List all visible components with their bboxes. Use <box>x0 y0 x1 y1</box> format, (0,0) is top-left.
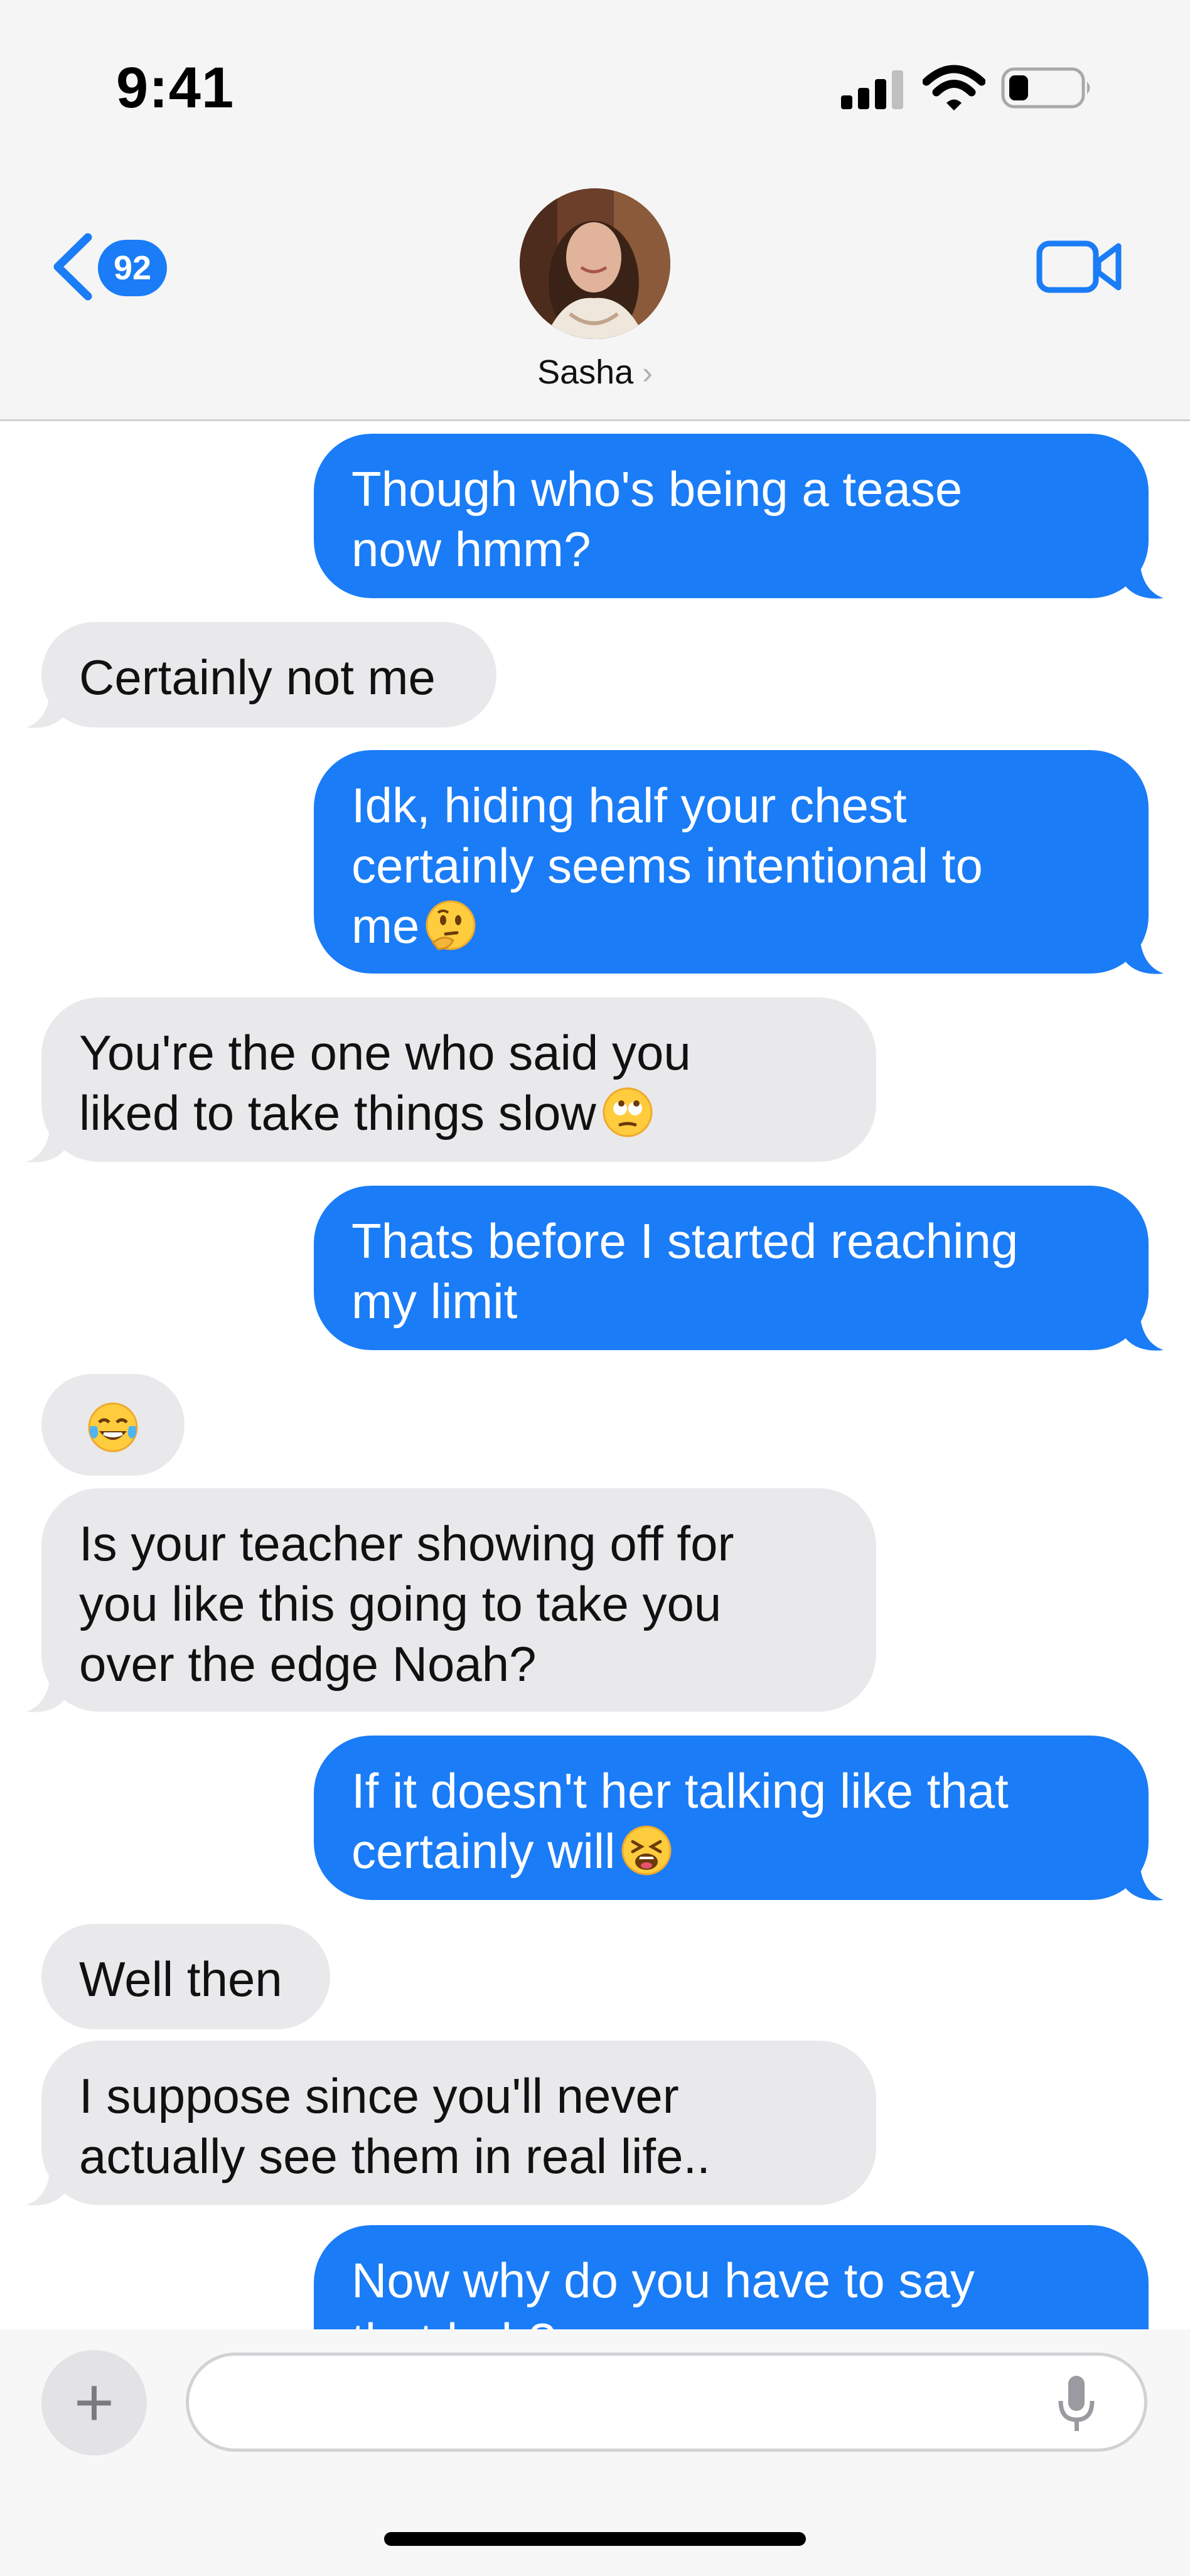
outgoing-message-bubble[interactable]: Idk, hiding half your chest certainly see… <box>314 750 1149 974</box>
message-text: now hmm? <box>351 522 591 577</box>
incoming-message-bubble[interactable]: I suppose since you'll never actually see… <box>41 2041 876 2205</box>
message-text-line: my limit <box>351 1271 1111 1331</box>
face-with-tears-of-joy-icon <box>87 1401 139 1454</box>
message-text: You're the one who said you <box>79 1025 691 1080</box>
bubble-tail <box>1126 1314 1164 1351</box>
message-text: me <box>351 898 420 953</box>
bubble-tail <box>26 1675 64 1712</box>
status-time: 9:41 <box>116 56 235 120</box>
message-text-line: actually see them in real life.. <box>79 2126 839 2186</box>
message-text: my limit <box>351 1274 518 1329</box>
message-thread[interactable]: Though who's being a tease now hmm? Certai… <box>0 421 1190 2329</box>
message-text: certainly will <box>351 1823 616 1879</box>
message-text-line: you like this going to take you <box>79 1574 839 1634</box>
incoming-message-bubble[interactable]: Is your teacher showing off for you like … <box>41 1488 876 1712</box>
tired-face-icon <box>620 1824 673 1877</box>
video-camera-icon[interactable] <box>1036 232 1123 301</box>
message-text-line: Though who's being a tease <box>351 459 1111 519</box>
message-text: I suppose since you'll never <box>79 2068 679 2123</box>
message-text: Thats before I started reaching <box>351 1213 1019 1269</box>
plus-button[interactable]: + <box>41 2350 147 2455</box>
bubble-tail <box>1126 937 1164 974</box>
battery-icon <box>1001 67 1090 109</box>
message-text-line: liked to take things slow <box>79 1083 839 1143</box>
message-text-line: certainly will <box>351 1821 1111 1881</box>
message-text-line: me <box>351 896 1111 956</box>
message-text: Now why do you have to say <box>351 2253 975 2308</box>
home-indicator <box>384 2532 806 2546</box>
message-text-line: that huh? <box>351 2310 1111 2329</box>
message-text: Though who's being a tease <box>351 461 963 517</box>
message-text-line: I suppose since you'll never <box>79 2066 839 2126</box>
message-input[interactable] <box>186 2353 1147 2452</box>
bubble-tail <box>1126 562 1164 599</box>
outgoing-message-bubble[interactable]: Now why do you have to say that huh? <box>314 2225 1149 2329</box>
outgoing-message-bubble[interactable]: If it doesn't her talking like that certa… <box>314 1736 1149 1900</box>
message-text: actually see them in real life.. <box>79 2128 710 2184</box>
message-text: over the edge Noah? <box>79 1636 537 1692</box>
message-text-line: over the edge Noah? <box>79 1634 839 1694</box>
microphone-icon[interactable] <box>1054 2373 1098 2436</box>
bubble-tail <box>26 2169 64 2206</box>
back-button[interactable]: 92 <box>50 226 176 308</box>
message-text: you like this going to take you <box>79 1576 722 1631</box>
bubble-tail <box>26 1125 64 1162</box>
message-text: that huh? <box>351 2313 555 2329</box>
contact-photo <box>520 188 670 339</box>
message-text-line: now hmm? <box>351 519 1111 579</box>
incoming-message-bubble[interactable]: Certainly not me <box>41 622 496 727</box>
chevron-right-icon: › <box>642 355 653 390</box>
message-text-line: Is your teacher showing off for <box>79 1513 839 1574</box>
message-text-line: certainly seems intentional to <box>351 835 1111 896</box>
plus-icon: + <box>73 2364 115 2441</box>
message-text: Is your teacher showing off for <box>79 1516 734 1571</box>
message-text: Well then <box>79 1951 282 2007</box>
incoming-message-bubble[interactable]: Well then <box>41 1924 330 2029</box>
bubble-tail <box>1126 1864 1164 1901</box>
message-text-line: Well then <box>79 1949 292 2009</box>
message-text-line: Certainly not me <box>79 647 459 707</box>
cellular-signal-icon <box>841 70 903 109</box>
contact-name-button[interactable]: Sasha › <box>0 353 1190 392</box>
message-composer: + <box>0 2329 1190 2576</box>
message-text: Idk, hiding half your chest <box>351 778 907 833</box>
outgoing-message-bubble[interactable]: Thats before I started reaching my limit <box>314 1186 1149 1350</box>
incoming-message-bubble[interactable] <box>41 1374 185 1476</box>
message-text: If it doesn't her talking like that <box>351 1763 1009 1818</box>
incoming-message-bubble[interactable]: You're the one who said you liked to take… <box>41 997 876 1162</box>
unread-count-badge: 92 <box>98 240 167 296</box>
message-text: Certainly not me <box>79 650 436 705</box>
outgoing-message-bubble[interactable]: Though who's being a tease now hmm? <box>314 434 1149 598</box>
message-text-line: Now why do you have to say <box>351 2250 1111 2310</box>
face-with-rolling-eyes-icon <box>601 1086 654 1139</box>
message-text-line: Idk, hiding half your chest <box>351 775 1111 835</box>
message-text: certainly seems intentional to <box>351 838 983 893</box>
message-text-line: You're the one who said you <box>79 1022 839 1083</box>
contact-name: Sasha <box>537 353 634 391</box>
bubble-tail <box>26 691 64 728</box>
thinking-face-icon <box>424 899 477 952</box>
message-text: liked to take things slow <box>79 1085 596 1140</box>
message-text-line: If it doesn't her talking like that <box>351 1761 1111 1821</box>
status-bar: 9:41 <box>0 0 1190 163</box>
message-text-line: Thats before I started reaching <box>351 1211 1111 1271</box>
wifi-icon <box>923 65 985 110</box>
chevron-left-icon <box>53 233 92 301</box>
avatar[interactable] <box>520 188 670 339</box>
conversation-header: 92 Sasha › <box>0 163 1190 421</box>
